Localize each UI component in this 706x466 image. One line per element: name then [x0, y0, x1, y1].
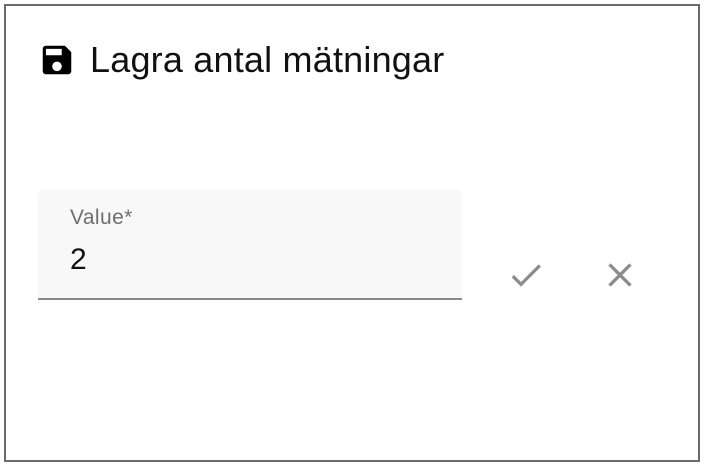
cancel-button[interactable]: [594, 249, 646, 301]
dialog-header: Lagra antal mätningar: [38, 38, 444, 82]
dialog-frame: Lagra antal mätningar Value*: [4, 4, 700, 462]
save-icon: [38, 41, 76, 79]
value-input[interactable]: [70, 240, 430, 280]
value-field-label: Value*: [70, 206, 133, 229]
dialog-title: Lagra antal mätningar: [90, 39, 445, 80]
check-icon: [511, 264, 541, 287]
confirm-button[interactable]: [500, 249, 552, 301]
close-icon: [608, 263, 632, 287]
value-field[interactable]: Value*: [38, 190, 462, 300]
